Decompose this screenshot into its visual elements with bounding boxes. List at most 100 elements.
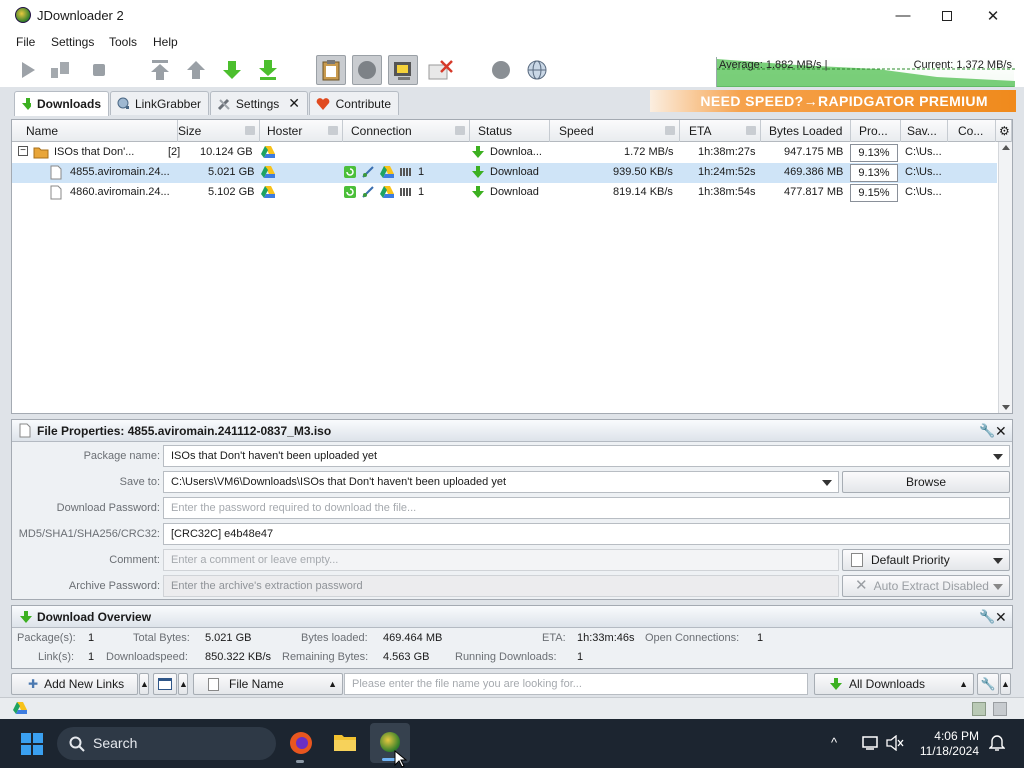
- update-globe-icon[interactable]: [524, 57, 550, 83]
- panel-settings-icon[interactable]: 🔧: [979, 420, 995, 442]
- running-downloads-label: Running Downloads:: [455, 651, 557, 663]
- linkgrabber-icon: [117, 97, 129, 109]
- tab-downloads[interactable]: Downloads: [14, 91, 109, 116]
- search-field-dropdown[interactable]: File Name ▲: [193, 673, 343, 695]
- column-progress[interactable]: Pro...: [853, 120, 901, 142]
- clipboard-observer-button[interactable]: [316, 55, 346, 85]
- tab-linkgrabber[interactable]: LinkGrabber: [110, 91, 209, 115]
- tab-contribute[interactable]: Contribute: [309, 91, 399, 115]
- silent-mode-button[interactable]: [426, 57, 456, 83]
- file-size: 5.102 GB: [208, 186, 255, 198]
- google-drive-icon[interactable]: [12, 701, 28, 715]
- column-eta[interactable]: ETA: [683, 120, 761, 142]
- move-up-icon[interactable]: [183, 57, 209, 83]
- notification-bell-icon[interactable]: [989, 734, 1005, 752]
- clock-time: 4:06 PM: [934, 729, 979, 743]
- rapidgator-banner[interactable]: NEED SPEED?→RAPIDGATOR PREMIUM: [650, 90, 1016, 112]
- menu-file[interactable]: File: [16, 35, 35, 49]
- premium-toggle-button[interactable]: [388, 55, 418, 85]
- system-clock[interactable]: 4:06 PM 11/18/2024: [920, 729, 979, 759]
- table-scrollbar[interactable]: [998, 142, 1012, 413]
- status-bar: [0, 697, 1024, 719]
- taskbar-search-label: Search: [93, 735, 138, 751]
- search-field-value: File Name: [229, 677, 284, 691]
- volume-muted-icon[interactable]: [886, 735, 904, 751]
- search-icon: [69, 736, 85, 752]
- hash-field[interactable]: [CRC32C] e4b48e47: [163, 523, 1010, 545]
- stop-downloads-button[interactable]: [86, 57, 112, 83]
- auto-reconnect-button[interactable]: [352, 55, 382, 85]
- wrench-icon: [217, 98, 230, 110]
- column-connection[interactable]: Connection: [345, 120, 470, 142]
- title-bar: JDownloader 2 — ✕: [0, 0, 1024, 31]
- file-row[interactable]: 4855.aviromain.24... 5.021 GB 1 Download…: [12, 163, 997, 183]
- total-bytes-label: Total Bytes:: [133, 632, 190, 644]
- bytes-loaded-label: Bytes loaded:: [301, 632, 368, 644]
- view-menu-button[interactable]: ▲: [178, 673, 188, 695]
- archive-password-field[interactable]: Enter the archive's extraction password: [163, 575, 839, 597]
- package-bytes-loaded: 947.175 MB: [784, 146, 844, 158]
- panel-settings-icon[interactable]: 🔧: [979, 606, 995, 628]
- package-name-field[interactable]: ISOs that Don't haven't been uploaded ye…: [163, 445, 1010, 467]
- package-name: ISOs that Don'...: [54, 146, 135, 158]
- network-icon[interactable]: [862, 735, 880, 751]
- minimize-button[interactable]: —: [880, 0, 926, 31]
- column-status[interactable]: Status: [472, 120, 550, 142]
- move-to-top-icon[interactable]: [147, 57, 173, 83]
- reconnect-icon[interactable]: [488, 57, 514, 83]
- menu-settings[interactable]: Settings: [51, 35, 94, 49]
- search-input[interactable]: Please enter the file name you are looki…: [344, 673, 808, 695]
- column-settings-icon[interactable]: ⚙: [996, 120, 1012, 142]
- column-bytes-loaded[interactable]: Bytes Loaded: [763, 120, 851, 142]
- column-comment[interactable]: Co...: [952, 120, 996, 142]
- priority-icon: [851, 553, 863, 567]
- file-properties-header: File Properties: 4855.aviromain.241112-0…: [12, 420, 1012, 442]
- comment-field[interactable]: Enter a comment or leave empty...: [163, 549, 839, 571]
- maximize-button[interactable]: [924, 0, 970, 31]
- windows-taskbar: Search ^ 4:06 PM 11/18/2024: [0, 719, 1024, 768]
- download-overview-header: Download Overview 🔧 ✕: [12, 606, 1012, 628]
- file-explorer-icon[interactable]: [333, 732, 357, 752]
- file-row[interactable]: 4860.aviromain.24... 5.102 GB 1 Download…: [12, 183, 997, 203]
- downloadspeed-value: 850.322 KB/s: [205, 651, 272, 663]
- column-save-to[interactable]: Sav...: [901, 120, 948, 142]
- download-filter-dropdown[interactable]: All Downloads ▲: [814, 673, 974, 695]
- panel-close-icon[interactable]: ✕: [995, 606, 1007, 628]
- auto-extract-dropdown[interactable]: ✕ Auto Extract Disabled: [842, 575, 1010, 597]
- collapse-toggle[interactable]: −: [18, 146, 28, 156]
- pause-downloads-button[interactable]: [47, 57, 73, 83]
- download-password-field[interactable]: Enter the password required to download …: [163, 497, 1010, 519]
- add-links-menu-button[interactable]: ▲: [139, 673, 149, 695]
- column-size[interactable]: Size: [172, 120, 260, 142]
- package-row[interactable]: − ISOs that Don'... [2] 10.124 GB Downlo…: [12, 143, 997, 163]
- column-speed[interactable]: Speed: [553, 120, 680, 142]
- start-downloads-button[interactable]: [15, 57, 41, 83]
- refresh-icon[interactable]: [972, 702, 986, 716]
- windows-start-icon[interactable]: [21, 733, 43, 755]
- panel-toggle-icon[interactable]: [993, 702, 1007, 716]
- firefox-icon[interactable]: [289, 731, 313, 755]
- menu-tools[interactable]: Tools: [109, 35, 137, 49]
- move-to-bottom-icon[interactable]: [255, 57, 281, 83]
- scroll-down-icon[interactable]: [1002, 405, 1010, 410]
- add-new-links-button[interactable]: ✚ Add New Links: [11, 673, 138, 695]
- save-to-field[interactable]: C:\Users\VM6\Downloads\ISOs that Don't h…: [163, 471, 839, 493]
- chevron-up-icon[interactable]: ^: [831, 735, 837, 750]
- table-view-icon[interactable]: [153, 673, 177, 695]
- menu-help[interactable]: Help: [153, 35, 178, 49]
- priority-dropdown[interactable]: Default Priority: [842, 549, 1010, 571]
- quick-settings-menu-button[interactable]: ▲: [1000, 673, 1011, 695]
- panel-close-icon[interactable]: ✕: [995, 420, 1007, 442]
- browse-button[interactable]: Browse: [842, 471, 1010, 493]
- package-count: [2]: [168, 146, 181, 158]
- close-tab-icon[interactable]: ✕: [288, 95, 300, 112]
- taskbar-search[interactable]: Search: [57, 727, 276, 760]
- column-hoster[interactable]: Hoster: [261, 120, 343, 142]
- chunks-icon: [400, 188, 411, 196]
- move-down-icon[interactable]: [219, 57, 245, 83]
- scroll-up-icon[interactable]: [1002, 145, 1010, 150]
- close-button[interactable]: ✕: [970, 0, 1016, 31]
- tab-settings[interactable]: Settings ✕: [210, 91, 308, 115]
- quick-settings-icon[interactable]: 🔧: [977, 673, 999, 695]
- column-name[interactable]: Name: [20, 120, 178, 142]
